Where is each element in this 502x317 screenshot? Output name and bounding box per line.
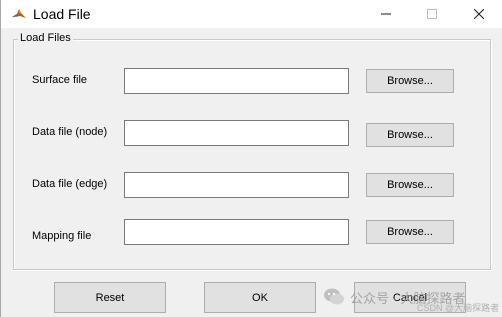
edge-browse-button[interactable]: Browse... [366, 173, 454, 197]
surface-file-input[interactable] [124, 68, 349, 94]
title-bar[interactable]: Load File [1, 0, 502, 28]
reset-button[interactable]: Reset [54, 282, 166, 313]
mapping-file-input[interactable] [124, 219, 349, 245]
ok-button[interactable]: OK [204, 282, 316, 313]
window-title: Load File [33, 6, 91, 22]
close-button[interactable] [456, 0, 502, 28]
load-file-window: Load File Load Files Surface file Browse… [0, 0, 502, 317]
mapping-browse-button[interactable]: Browse... [366, 220, 454, 244]
minimize-button[interactable] [363, 0, 409, 28]
edge-data-file-label: Data file (edge) [32, 178, 108, 190]
matlab-icon [11, 6, 27, 22]
watermark-subtext: CSDN @大脑探路者 [417, 303, 500, 313]
surface-browse-button[interactable]: Browse... [366, 69, 454, 93]
wechat-icon [324, 288, 344, 305]
surface-file-label: Surface file [32, 74, 88, 86]
mapping-file-label: Mapping file [32, 230, 92, 242]
node-data-file-input[interactable] [124, 120, 349, 146]
node-browse-button[interactable]: Browse... [366, 123, 454, 147]
maximize-icon [427, 9, 437, 19]
close-icon [474, 9, 484, 19]
node-data-file-label: Data file (node) [32, 126, 108, 138]
minimize-icon [381, 13, 391, 15]
edge-data-file-input[interactable] [124, 172, 349, 198]
maximize-button[interactable] [409, 0, 455, 28]
panel-title: Load Files [18, 32, 73, 45]
